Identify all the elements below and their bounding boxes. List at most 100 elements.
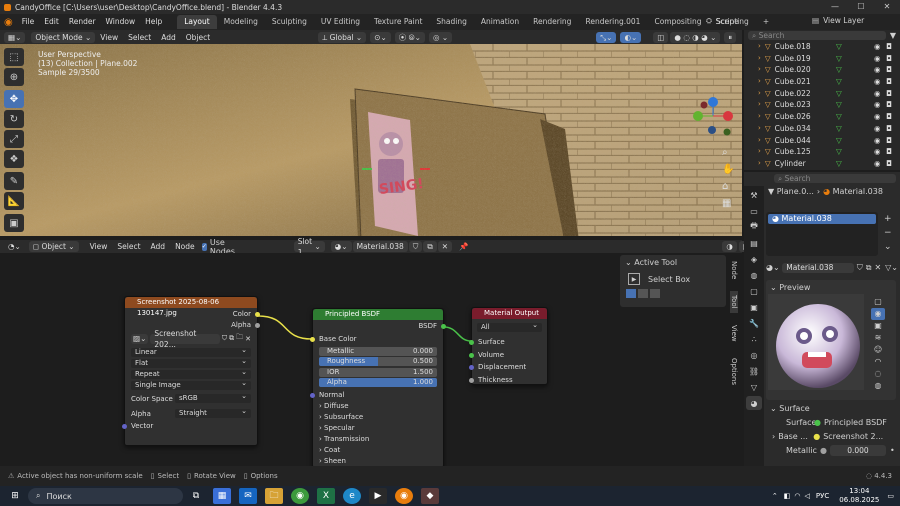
tab-modeling[interactable]: Modeling: [217, 15, 265, 29]
alpha-field[interactable]: Alpha 1.000: [319, 378, 437, 387]
world-tab-icon[interactable]: ◍: [746, 268, 762, 282]
scene-tab-icon[interactable]: ◈: [746, 252, 762, 266]
bsdf-output-socket[interactable]: [441, 324, 446, 329]
view-layer-selector[interactable]: ▤ View Layer: [812, 16, 864, 25]
fake-user-icon[interactable]: ⛉: [408, 241, 423, 252]
snap-button[interactable]: ⦿ ⦾⌄: [394, 31, 425, 43]
view-layer-tab-icon[interactable]: ▤: [746, 236, 762, 250]
alpha-mode-dropdown[interactable]: Straight: [175, 407, 251, 418]
render-camera-icon[interactable]: ◘: [886, 111, 892, 123]
chrome-app-icon[interactable]: ◉: [291, 488, 309, 504]
source-dropdown[interactable]: Single Image: [131, 379, 251, 390]
zoom-icon[interactable]: ⌕: [722, 144, 734, 161]
section-transmission[interactable]: › Transmission: [319, 434, 443, 445]
filter-icon[interactable]: ▼: [890, 31, 896, 40]
keyframe-icon[interactable]: •: [890, 446, 895, 455]
select-new-icon[interactable]: [626, 289, 636, 298]
sidebar-tab-options[interactable]: Options: [730, 354, 738, 389]
shader-type-dropdown[interactable]: ◻ Object ⌄: [28, 241, 79, 252]
slot-menu-button[interactable]: ⌄: [884, 240, 892, 254]
material-duplicate-icon[interactable]: ⧉: [866, 263, 872, 273]
preview-cube-icon[interactable]: ▣: [871, 320, 885, 332]
transform-orientation-dropdown[interactable]: ⟂ Global ⌄: [318, 31, 367, 43]
unlink-material-icon[interactable]: ✕: [437, 241, 453, 252]
expand-arrow-icon[interactable]: ›: [758, 123, 761, 135]
add-slot-button[interactable]: +: [884, 212, 892, 226]
render-camera-icon[interactable]: ◘: [886, 53, 892, 65]
edge-app-icon[interactable]: e: [343, 488, 361, 504]
base-color-socket[interactable]: [310, 336, 315, 342]
preview-flat-icon[interactable]: ▢: [871, 296, 885, 308]
measure-tool-icon[interactable]: 📐: [4, 192, 24, 210]
viewport-menu-view[interactable]: View: [95, 33, 123, 42]
render-camera-icon[interactable]: ◘: [886, 146, 892, 158]
base-color-prop-value[interactable]: Screenshot 2...: [823, 432, 883, 441]
vector-input-socket[interactable]: [122, 424, 127, 429]
image-duplicate-icon[interactable]: ⧉: [229, 334, 234, 343]
annotate-tool-icon[interactable]: ✎: [4, 172, 24, 190]
visibility-eye-icon[interactable]: ◉: [874, 111, 881, 123]
grid-view-icon[interactable]: ▦: [722, 195, 734, 212]
image-open-folder-icon[interactable]: 🗀: [236, 333, 243, 344]
render-camera-icon[interactable]: ◘: [886, 88, 892, 100]
preview-cloth-icon[interactable]: ◠: [871, 356, 885, 368]
remove-slot-button[interactable]: −: [884, 226, 892, 240]
menu-render[interactable]: Render: [64, 14, 101, 30]
camera-icon[interactable]: ⌂: [722, 178, 734, 195]
blender-menu-icon[interactable]: ◉: [0, 17, 17, 28]
node-menu-node[interactable]: Node: [170, 242, 200, 251]
pivot-dropdown[interactable]: ⊙⌄: [370, 31, 391, 43]
color-space-dropdown[interactable]: sRGB: [175, 392, 251, 403]
outliner-item[interactable]: › ▽ Cube.022 ▽ ◉ ◘: [744, 88, 900, 100]
pin-icon[interactable]: 📌: [455, 241, 472, 252]
expand-arrow-icon[interactable]: ›: [758, 135, 761, 147]
transform-tool-icon[interactable]: ❖: [4, 150, 24, 168]
output-target-dropdown[interactable]: All: [477, 321, 542, 332]
outliner-item[interactable]: › ▽ Cylinder ▽ ◉ ◘: [744, 158, 900, 170]
select-extend-icon[interactable]: [638, 289, 648, 298]
material-output-node[interactable]: Material Output All Surface Volume Displ…: [469, 307, 548, 385]
visibility-eye-icon[interactable]: ◉: [874, 158, 881, 170]
image-texture-node[interactable]: Screenshot 2025-08-06 130147.jpg Color A…: [122, 296, 260, 446]
metallic-field[interactable]: Metallic 0.000: [319, 346, 437, 356]
sidebar-tab-node[interactable]: Node: [730, 257, 738, 283]
close-button[interactable]: ✕: [874, 0, 900, 14]
roughness-field[interactable]: Roughness 0.500: [319, 357, 437, 366]
active-tool-item[interactable]: ▶ Select Box: [620, 271, 726, 287]
section-coat[interactable]: › Coat: [319, 445, 443, 456]
xray-button[interactable]: ◫: [653, 31, 669, 43]
menu-edit[interactable]: Edit: [39, 14, 64, 30]
outliner-item[interactable]: › ▽ Cube.023 ▽ ◉ ◘: [744, 99, 900, 111]
expand-icon[interactable]: ›: [772, 432, 775, 441]
taskbar-search-box[interactable]: ⌕ Поиск: [28, 488, 183, 504]
metallic-prop-value[interactable]: 0.000: [829, 444, 886, 456]
menu-help[interactable]: Help: [140, 14, 167, 30]
tab-compositing[interactable]: Compositing: [647, 15, 708, 29]
render-camera-icon[interactable]: ◘: [886, 64, 892, 76]
material-filter-icon[interactable]: ▽⌄: [885, 263, 898, 272]
node-menu-select[interactable]: Select: [112, 242, 145, 251]
clock[interactable]: 13:04 06.08.2025: [839, 487, 879, 505]
render-camera-icon[interactable]: ◘: [886, 158, 892, 170]
volume-icon[interactable]: ◁: [805, 492, 810, 500]
extension-dropdown[interactable]: Repeat: [131, 368, 251, 379]
expand-arrow-icon[interactable]: ›: [758, 88, 761, 100]
properties-search-input[interactable]: ⌕ Search: [774, 173, 896, 183]
notification-icon[interactable]: ▭: [887, 492, 894, 500]
image-fake-user-icon[interactable]: ⛉: [222, 334, 227, 343]
image-unlink-icon[interactable]: ✕: [245, 335, 251, 343]
gizmo-toggle-button[interactable]: ⤡⌄: [596, 31, 617, 43]
add-cube-tool-icon[interactable]: ▣: [4, 214, 24, 232]
cursor-tool-icon[interactable]: ⊕: [4, 68, 24, 86]
material-name-input[interactable]: Material.038: [782, 262, 854, 273]
mode-dropdown[interactable]: Object Mode ⌄: [31, 31, 96, 43]
particles-tab-icon[interactable]: ∴: [746, 332, 762, 346]
image-name-field[interactable]: Screenshot 202...: [150, 329, 220, 349]
node-editor-type-button[interactable]: ◔⌄: [4, 241, 25, 252]
render-camera-icon[interactable]: ◘: [886, 123, 892, 135]
select-subtract-icon[interactable]: [650, 289, 660, 298]
scene-selector[interactable]: ⛭ Scene: [706, 16, 739, 26]
expand-arrow-icon[interactable]: ›: [758, 53, 761, 65]
sidebar-tab-tool[interactable]: Tool: [730, 291, 738, 313]
outliner-item[interactable]: › ▽ Cube.021 ▽ ◉ ◘: [744, 76, 900, 88]
